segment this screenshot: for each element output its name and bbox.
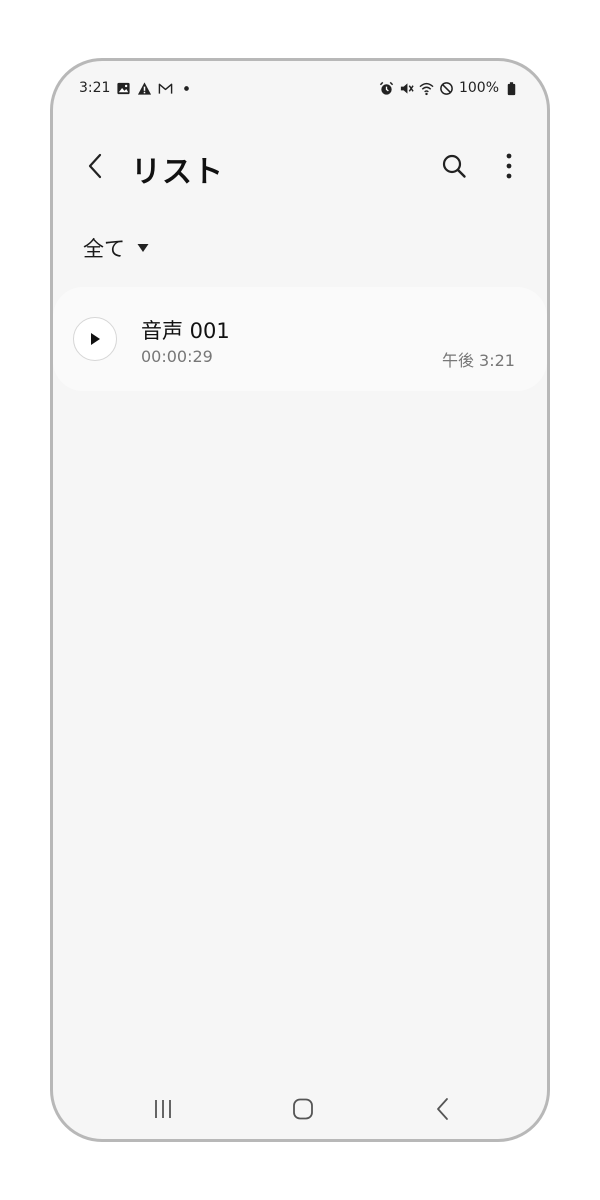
mute-icon <box>399 81 414 96</box>
alarm-icon <box>379 81 394 96</box>
chevron-left-icon <box>88 153 102 179</box>
dnd-icon <box>439 81 454 96</box>
recording-name: 音声 001 <box>141 319 230 343</box>
recording-duration: 00:00:29 <box>141 347 213 366</box>
play-button[interactable] <box>73 317 117 361</box>
recording-list-item[interactable]: 音声 001 00:00:29 午後 3:21 <box>53 287 547 391</box>
recent-apps-icon <box>155 1100 171 1118</box>
more-vertical-icon <box>506 153 512 179</box>
search-button[interactable] <box>439 151 469 181</box>
dropdown-arrow-icon <box>137 243 149 253</box>
home-icon <box>293 1098 313 1120</box>
dot-icon <box>179 81 194 96</box>
app-header: リスト <box>53 141 547 191</box>
nav-back-button[interactable] <box>423 1089 463 1129</box>
wifi-icon <box>419 81 434 96</box>
gallery-icon <box>116 81 131 96</box>
status-bar: 3:21 100% <box>53 61 547 113</box>
gmail-icon <box>158 81 173 96</box>
back-button[interactable] <box>81 149 109 183</box>
play-icon <box>91 333 100 345</box>
filter-label: 全て <box>83 237 125 261</box>
home-button[interactable] <box>283 1089 323 1129</box>
search-icon <box>442 154 466 178</box>
recent-apps-button[interactable] <box>143 1089 183 1129</box>
more-options-button[interactable] <box>499 151 519 181</box>
status-left: 3:21 <box>79 80 194 96</box>
phone-frame: 3:21 100% リスト 全て 音声 001 00:00:29 午後 3:21 <box>50 58 550 1142</box>
battery-percent: 100% <box>458 80 499 96</box>
filter-dropdown[interactable]: 全て <box>83 233 149 263</box>
recording-time: 午後 3:21 <box>441 351 515 370</box>
navigation-bar <box>53 1069 547 1139</box>
warning-icon <box>137 81 152 96</box>
page-title: リスト <box>131 155 224 190</box>
status-right: 100% <box>379 80 519 96</box>
nav-back-icon <box>437 1098 448 1120</box>
status-time: 3:21 <box>79 80 111 96</box>
battery-icon <box>504 81 519 96</box>
